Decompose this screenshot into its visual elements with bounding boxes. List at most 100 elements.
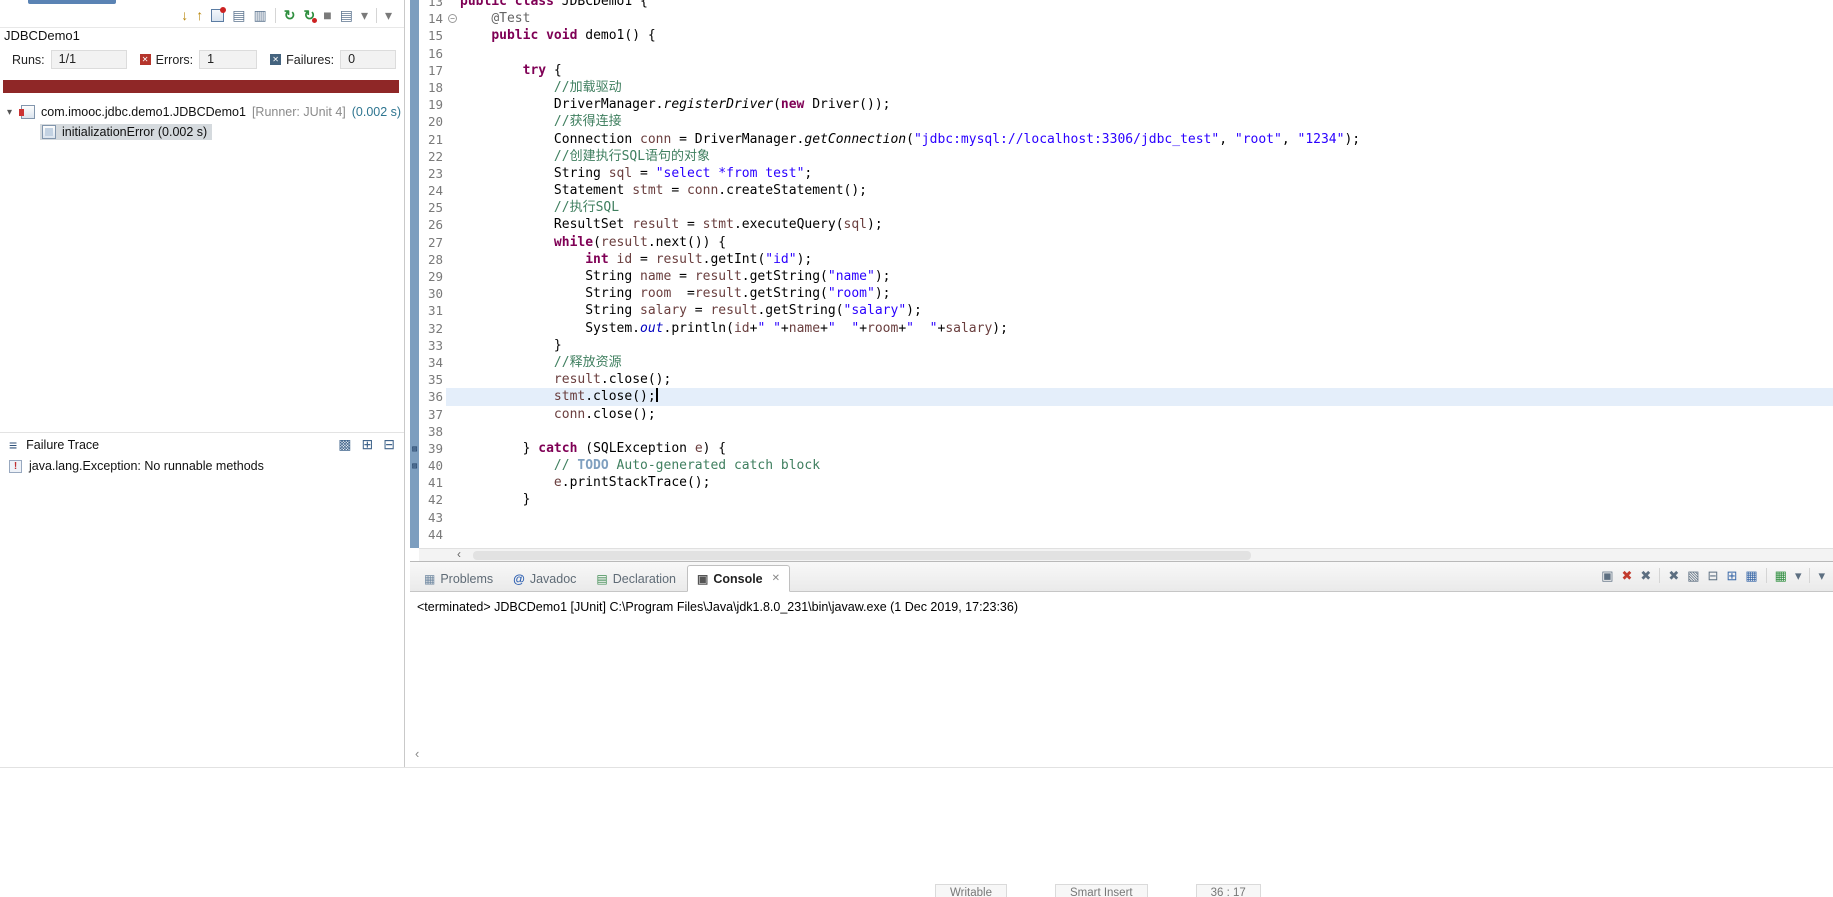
- code-line-44[interactable]: 44: [410, 526, 1833, 543]
- test-hierarchy-icon[interactable]: ▤: [340, 7, 353, 23]
- code-text[interactable]: @Test: [460, 10, 1833, 27]
- code-line-26[interactable]: 26 ResultSet result = stmt.executeQuery(…: [410, 216, 1833, 233]
- code-line-22[interactable]: 22 //创建执行SQL语句的对象: [410, 148, 1833, 165]
- code-text[interactable]: Statement stmt = conn.createStatement();: [460, 182, 1833, 199]
- scroll-left-icon[interactable]: ‹: [457, 547, 461, 561]
- copy-trace-icon[interactable]: ⊟: [383, 436, 395, 453]
- code-line-13[interactable]: 13 public class JDBCDemo1 {: [410, 0, 1833, 10]
- test-suite-row[interactable]: ▾ com.imooc.jdbc.demo1.JDBCDemo1 [Runner…: [0, 102, 404, 122]
- code-line-30[interactable]: 30 String room =result.getString("room")…: [410, 285, 1833, 302]
- code-text[interactable]: } catch (SQLException e) {: [460, 440, 1833, 457]
- failure-trace-item[interactable]: ! java.lang.Exception: No runnable metho…: [9, 459, 264, 473]
- code-text[interactable]: System.out.println(id+" "+name+" "+room+…: [460, 320, 1833, 337]
- code-line-24[interactable]: 24 Statement stmt = conn.createStatement…: [410, 182, 1833, 199]
- console-view-menu-icon[interactable]: ▾: [1818, 568, 1825, 583]
- code-line-17[interactable]: 17 try {: [410, 62, 1833, 79]
- history-dropdown-icon[interactable]: ▾: [361, 7, 368, 23]
- code-line-31[interactable]: 31 String salary = result.getString("sal…: [410, 302, 1833, 319]
- code-text[interactable]: ResultSet result = stmt.executeQuery(sql…: [460, 216, 1833, 233]
- code-line-20[interactable]: 20 //获得连接: [410, 113, 1833, 130]
- code-line-28[interactable]: 28 int id = result.getInt("id");: [410, 251, 1833, 268]
- code-text[interactable]: conn.close();: [460, 406, 1833, 423]
- code-line-38[interactable]: 38: [410, 423, 1833, 440]
- close-tab-icon[interactable]: ✕: [772, 573, 780, 584]
- code-line-35[interactable]: 35 result.close();: [410, 371, 1833, 388]
- code-text[interactable]: [460, 45, 1833, 62]
- ruler-marker-icon[interactable]: ▨: [410, 440, 419, 457]
- show-console-on-output-icon[interactable]: ▣: [1601, 568, 1613, 583]
- rerun-failed-first-icon[interactable]: ↻: [304, 7, 317, 23]
- code-text[interactable]: public void demo1() {: [460, 27, 1833, 44]
- code-line-19[interactable]: 19 DriverManager.registerDriver(new Driv…: [410, 96, 1833, 113]
- code-line-41[interactable]: 41 e.printStackTrace();: [410, 474, 1833, 491]
- fold-collapse-icon[interactable]: −: [448, 14, 457, 24]
- code-text[interactable]: result.close();: [460, 371, 1833, 388]
- code-text[interactable]: String sql = "select *from test";: [460, 165, 1833, 182]
- code-text[interactable]: e.printStackTrace();: [460, 474, 1833, 491]
- editor-horizontal-scrollbar[interactable]: ‹: [419, 547, 1833, 561]
- code-text[interactable]: Connection conn = DriverManager.getConne…: [460, 131, 1833, 148]
- ruler-marker-icon[interactable]: ▨: [410, 457, 419, 474]
- failure-trace-menu-icon[interactable]: ≡: [9, 437, 17, 453]
- display-selected-console-icon[interactable]: ▦: [1775, 568, 1787, 583]
- code-text[interactable]: //加载驱动: [460, 79, 1833, 96]
- code-text[interactable]: String room =result.getString("room");: [460, 285, 1833, 302]
- code-line-23[interactable]: 23 String sql = "select *from test";: [410, 165, 1833, 182]
- code-text[interactable]: [460, 526, 1833, 543]
- stop-test-icon[interactable]: ■: [323, 7, 331, 23]
- code-text[interactable]: while(result.next()) {: [460, 234, 1833, 251]
- compare-result-icon[interactable]: ⊞: [362, 436, 374, 453]
- scrollbar-thumb[interactable]: [473, 551, 1251, 560]
- code-text[interactable]: [460, 423, 1833, 440]
- pin-console-icon[interactable]: ▦: [1745, 568, 1757, 583]
- code-text[interactable]: public class JDBCDemo1 {: [460, 0, 1833, 10]
- code-line-32[interactable]: 32 System.out.println(id+" "+name+" "+ro…: [410, 320, 1833, 337]
- code-text[interactable]: }: [460, 337, 1833, 354]
- code-text[interactable]: stmt.close();: [460, 388, 1833, 406]
- code-text[interactable]: [460, 509, 1833, 526]
- open-console-dropdown-icon[interactable]: ▾: [1795, 568, 1802, 583]
- code-line-34[interactable]: 34 //释放资源: [410, 354, 1833, 371]
- scroll-lock-icon[interactable]: ⊟: [1708, 568, 1719, 583]
- code-text[interactable]: //执行SQL: [460, 199, 1833, 216]
- selected-test[interactable]: initializationError (0.002 s): [40, 124, 213, 140]
- code-line-14[interactable]: 14− @Test: [410, 10, 1833, 27]
- show-skipped-tests-icon[interactable]: ▤: [232, 7, 245, 23]
- code-text[interactable]: try {: [460, 62, 1833, 79]
- code-text[interactable]: String salary = result.getString("salary…: [460, 302, 1833, 319]
- show-trace-filter-icon[interactable]: ▩: [338, 436, 351, 453]
- code-line-25[interactable]: 25 //执行SQL: [410, 199, 1833, 216]
- code-line-33[interactable]: 33 }: [410, 337, 1833, 354]
- tab-problems[interactable]: ▦ Problems: [415, 566, 502, 591]
- code-line-37[interactable]: 37 conn.close();: [410, 406, 1833, 423]
- tab-declaration[interactable]: ▤ Declaration: [587, 566, 685, 591]
- remove-all-terminated-icon[interactable]: ✖: [1668, 568, 1679, 583]
- code-line-15[interactable]: 15 public void demo1() {: [410, 27, 1833, 44]
- code-line-29[interactable]: 29 String name = result.getString("name"…: [410, 268, 1833, 285]
- code-line-39[interactable]: ▨ 39 } catch (SQLException e) {: [410, 440, 1833, 457]
- code-text[interactable]: //创建执行SQL语句的对象: [460, 148, 1833, 165]
- code-line-43[interactable]: 43: [410, 509, 1833, 526]
- code-text[interactable]: }: [460, 491, 1833, 508]
- clear-console-icon[interactable]: ▧: [1687, 568, 1699, 583]
- remove-launch-icon[interactable]: ✖: [1640, 568, 1651, 583]
- terminate-icon[interactable]: ✖: [1622, 568, 1633, 583]
- rerun-test-icon[interactable]: ↻: [284, 7, 296, 23]
- word-wrap-icon[interactable]: ⊞: [1726, 568, 1737, 583]
- code-line-16[interactable]: 16: [410, 45, 1833, 62]
- code-text[interactable]: // TODO Auto-generated catch block: [460, 457, 1833, 474]
- next-failed-test-icon[interactable]: ↓: [181, 7, 188, 23]
- code-text[interactable]: DriverManager.registerDriver(new Driver(…: [460, 96, 1833, 113]
- show-test-history-icon[interactable]: ▥: [254, 7, 267, 23]
- console-output[interactable]: <terminated> JDBCDemo1 [JUnit] C:\Progra…: [410, 593, 1833, 767]
- code-text[interactable]: int id = result.getInt("id");: [460, 251, 1833, 268]
- code-editor[interactable]: 13 public class JDBCDemo1 {14− @Test 15 pu…: [410, 0, 1833, 561]
- code-line-27[interactable]: 27 while(result.next()) {: [410, 234, 1833, 251]
- code-line-42[interactable]: 42 }: [410, 491, 1833, 508]
- code-text[interactable]: //获得连接: [460, 113, 1833, 130]
- code-line-18[interactable]: 18 //加载驱动: [410, 79, 1833, 96]
- tab-javadoc[interactable]: @ Javadoc: [504, 566, 585, 591]
- previous-failed-test-icon[interactable]: ↑: [196, 7, 203, 23]
- junit-view-tab[interactable]: [28, 0, 116, 4]
- show-failures-only-icon[interactable]: [211, 6, 227, 22]
